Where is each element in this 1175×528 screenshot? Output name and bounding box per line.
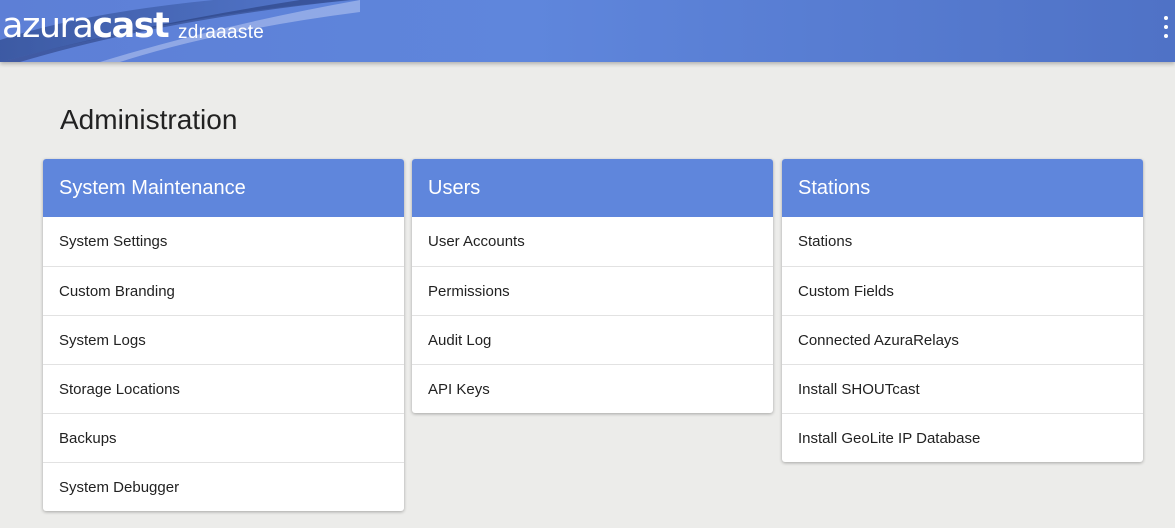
menu-item-api-keys[interactable]: API Keys [412,364,773,413]
menu-item-audit-log[interactable]: Audit Log [412,315,773,364]
page-title: Administration [60,104,238,135]
menu-item-system-logs[interactable]: System Logs [43,315,404,364]
menu-item-permissions[interactable]: Permissions [412,266,773,315]
panel-title: Users [412,159,773,217]
instance-name: zdraaaste [178,22,265,43]
top-navbar: azuracast zdraaaste [0,0,1175,62]
menu-item-system-settings[interactable]: System Settings [43,217,404,266]
panel-stations: Stations Stations Custom Fields Connecte… [782,159,1143,462]
menu-item-custom-branding[interactable]: Custom Branding [43,266,404,315]
menu-item-connected-azurarelays[interactable]: Connected AzuraRelays [782,315,1143,364]
panel-system-maintenance: System Maintenance System Settings Custo… [43,159,404,511]
more-menu-icon[interactable] [1159,16,1173,38]
menu-item-backups[interactable]: Backups [43,413,404,462]
logo-light-text: azura [2,6,94,46]
menu-item-install-geolite[interactable]: Install GeoLite IP Database [782,413,1143,462]
menu-item-stations[interactable]: Stations [782,217,1143,266]
menu-item-custom-fields[interactable]: Custom Fields [782,266,1143,315]
logo-bold-text: cast [92,6,169,46]
azuracast-logo[interactable]: azuracast [2,6,170,46]
menu-item-user-accounts[interactable]: User Accounts [412,217,773,266]
menu-item-install-shoutcast[interactable]: Install SHOUTcast [782,364,1143,413]
menu-item-system-debugger[interactable]: System Debugger [43,462,404,511]
panel-users: Users User Accounts Permissions Audit Lo… [412,159,773,413]
panel-title: System Maintenance [43,159,404,217]
menu-item-storage-locations[interactable]: Storage Locations [43,364,404,413]
panel-title: Stations [782,159,1143,217]
